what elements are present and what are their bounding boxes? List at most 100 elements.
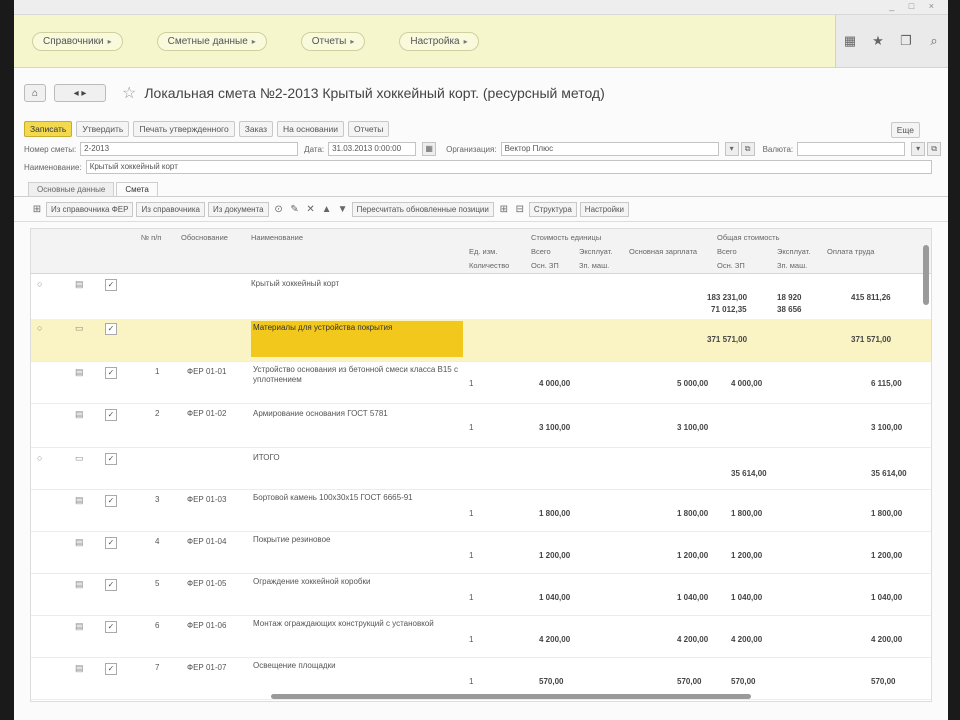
row-checkbox[interactable]: ✓ bbox=[105, 279, 117, 291]
row-name: Материалы для устройства покрытия bbox=[253, 323, 393, 332]
section-settings[interactable]: Настройка ▸ bbox=[399, 31, 479, 51]
grid-toolbar: ⊞ Из справочника ФЕР Из справочника Из д… bbox=[14, 197, 948, 222]
home-button[interactable]: ⌂ bbox=[24, 84, 46, 102]
row-name: Устройство основания из бетонной смеси к… bbox=[253, 365, 458, 384]
window-controls[interactable]: _ □ × bbox=[889, 1, 940, 11]
horizontal-scrollbar[interactable] bbox=[271, 694, 751, 699]
row-total: 183 231,00 bbox=[707, 293, 748, 302]
row-qty: 1 bbox=[469, 551, 474, 560]
reports-button[interactable]: Отчеты bbox=[347, 121, 390, 137]
section-reports[interactable]: Отчеты ▸ bbox=[300, 31, 366, 51]
row-total: 35 614,00 bbox=[731, 469, 767, 478]
tab-strip: Основные данные Смета bbox=[14, 180, 948, 197]
settings-button[interactable]: Настройки bbox=[579, 201, 630, 217]
favorites-icon[interactable]: ★ bbox=[864, 33, 892, 49]
table-row[interactable]: ▤ ✓ 2 ФЕР 01-02 Армирование основания ГО… bbox=[31, 403, 931, 448]
row-name: ИТОГО bbox=[253, 453, 280, 462]
row-total-wage: 415 811,26 bbox=[851, 293, 891, 302]
tab-main-data[interactable]: Основные данные bbox=[28, 182, 115, 196]
doc-icon: ▤ bbox=[75, 409, 84, 419]
from-document-button[interactable]: Из документа bbox=[207, 201, 269, 217]
more-button[interactable]: Еще bbox=[890, 122, 920, 138]
currency-open-icon[interactable]: ⧉ bbox=[927, 142, 942, 156]
recalculate-button[interactable]: Пересчитать обновленные позиции bbox=[351, 201, 494, 217]
expand-icon[interactable]: ⊞ bbox=[497, 204, 511, 215]
table-row-selected[interactable]: ○ ▭ ✓ Материалы для устройства покрытия … bbox=[31, 319, 931, 362]
move-up-icon[interactable]: ▲ bbox=[320, 204, 334, 215]
dropdown-icon[interactable]: ▾ bbox=[724, 142, 739, 156]
table-row[interactable]: ○ ▤ ✓ Крытый хоккейный корт 183 231,00 1… bbox=[31, 273, 931, 320]
section-references[interactable]: Справочники ▸ bbox=[32, 31, 123, 51]
row-checkbox[interactable]: ✓ bbox=[105, 579, 117, 591]
row-qty: 1 bbox=[469, 423, 474, 432]
table-row[interactable]: ▤ ✓ 3 ФЕР 01-03 Бортовой камень 100х30х1… bbox=[31, 489, 931, 532]
row-name: Монтаж ограждающих конструкций с установ… bbox=[253, 619, 434, 628]
move-down-icon[interactable]: ▼ bbox=[336, 204, 350, 215]
back-forward-buttons[interactable]: ◂ ▸ bbox=[54, 84, 106, 102]
row-num: 2 bbox=[155, 409, 160, 418]
row-checkbox[interactable]: ✓ bbox=[105, 323, 117, 335]
organization-field[interactable]: Вектор Плюс bbox=[500, 142, 719, 156]
favorite-star-icon[interactable]: ☆ bbox=[122, 83, 136, 103]
number-field[interactable]: 2-2013 bbox=[80, 142, 299, 156]
row-name: Бортовой камень 100х30х15 ГОСТ 6665-91 bbox=[253, 493, 413, 502]
row-checkbox[interactable]: ✓ bbox=[105, 495, 117, 507]
group-total-cost: Общая стоимость bbox=[717, 233, 780, 242]
row-price-wage: 1 800,00 bbox=[677, 509, 709, 518]
copy-icon[interactable]: ⊙ bbox=[272, 204, 286, 215]
home-icon: ⌂ bbox=[31, 87, 39, 99]
open-icon[interactable]: ⧉ bbox=[740, 142, 755, 156]
history-icon[interactable]: ❐ bbox=[892, 33, 920, 49]
order-button[interactable]: Заказ bbox=[238, 121, 273, 137]
edit-icon[interactable]: ✎ bbox=[288, 204, 302, 215]
col-sub3: Осн. ЗП bbox=[717, 261, 745, 270]
row-qty: 1 bbox=[469, 635, 474, 644]
row-total-exploit: 18 920 bbox=[777, 293, 802, 302]
search-icon[interactable]: ⌕ bbox=[920, 33, 948, 49]
delete-icon[interactable]: ✕ bbox=[304, 204, 318, 215]
row-checkbox[interactable]: ✓ bbox=[105, 367, 117, 379]
based-on-button[interactable]: На основании bbox=[277, 121, 344, 137]
currency-field[interactable] bbox=[797, 142, 906, 156]
save-button[interactable]: Записать bbox=[24, 121, 73, 137]
row-total-wage: 1 200,00 bbox=[871, 551, 903, 560]
calendar-icon[interactable]: ▦ bbox=[422, 142, 437, 156]
row-price-wage: 1 200,00 bbox=[677, 551, 709, 560]
col-total: Всего bbox=[717, 247, 737, 256]
row-price: 570,00 bbox=[539, 677, 564, 686]
from-fer-button[interactable]: Из справочника ФЕР bbox=[46, 201, 134, 217]
col-name: Наименование bbox=[251, 233, 303, 242]
row-qty: 1 bbox=[469, 677, 474, 686]
grid-icon[interactable]: ▦ bbox=[836, 33, 864, 49]
document-titlebar: ⌂ ◂ ▸ ☆ Локальная смета №2-2013 Крытый х… bbox=[14, 68, 948, 118]
row-checkbox[interactable]: ✓ bbox=[105, 663, 117, 675]
print-approved-button[interactable]: Печать утвержденного bbox=[133, 121, 235, 137]
table-row[interactable]: ▤ ✓ 5 ФЕР 01-05 Ограждение хоккейной кор… bbox=[31, 573, 931, 616]
structure-button[interactable]: Структура bbox=[528, 201, 577, 217]
collapse-icon[interactable]: ⊟ bbox=[513, 204, 527, 215]
from-reference-button[interactable]: Из справочника bbox=[136, 201, 205, 217]
row-checkbox[interactable]: ✓ bbox=[105, 537, 117, 549]
row-total: 371 571,00 bbox=[707, 335, 748, 344]
page-title: Локальная смета №2-2013 Крытый хоккейный… bbox=[144, 85, 605, 101]
currency-dropdown-icon[interactable]: ▾ bbox=[911, 142, 926, 156]
section-estimate-data[interactable]: Сметные данные ▸ bbox=[156, 31, 267, 51]
row-checkbox[interactable]: ✓ bbox=[105, 621, 117, 633]
name-field[interactable]: Крытый хоккейный корт bbox=[85, 160, 932, 174]
row-checkbox[interactable]: ✓ bbox=[105, 409, 117, 421]
col-total-exploit: Эксплуат. bbox=[777, 247, 811, 256]
row-total: 4 200,00 bbox=[731, 635, 763, 644]
row-num: 1 bbox=[155, 367, 160, 376]
date-field[interactable]: 31.03.2013 0:00:00 bbox=[328, 142, 417, 156]
table-row[interactable]: ▤ ✓ 1 ФЕР 01-01 Устройство основания из … bbox=[31, 361, 931, 404]
approve-button[interactable]: Утвердить bbox=[76, 121, 130, 137]
row-checkbox[interactable]: ✓ bbox=[105, 453, 117, 465]
table-row[interactable]: ○ ▭ ✓ ИТОГО 35 614,00 35 614,00 bbox=[31, 447, 931, 490]
table-row[interactable]: ▤ ✓ 4 ФЕР 01-04 Покрытие резиновое 1 1 2… bbox=[31, 531, 931, 574]
add-icon[interactable]: ⊞ bbox=[30, 204, 44, 215]
tab-estimate[interactable]: Смета bbox=[116, 182, 158, 196]
row-total-wage: 35 614,00 bbox=[871, 469, 907, 478]
table-row[interactable]: ▤ ✓ 6 ФЕР 01-06 Монтаж ограждающих конст… bbox=[31, 615, 931, 658]
row-price: 1 200,00 bbox=[539, 551, 571, 560]
group-icon: ○ bbox=[37, 323, 43, 333]
